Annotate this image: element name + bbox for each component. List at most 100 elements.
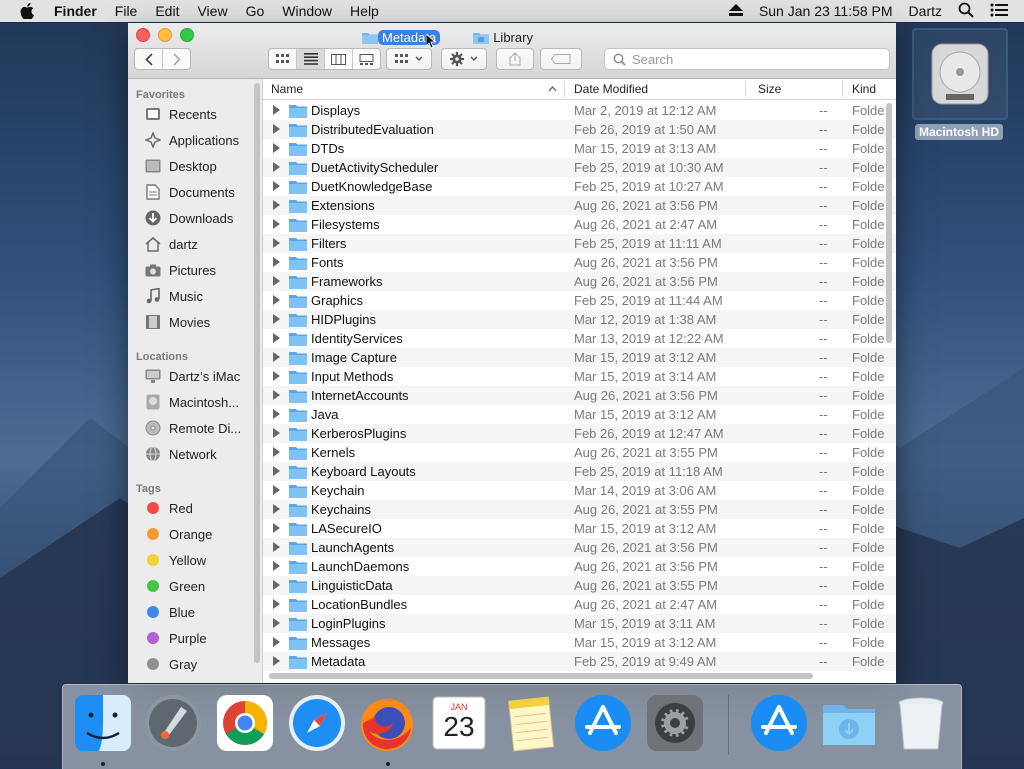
gallery-view-button[interactable] (353, 49, 380, 69)
sidebar-tag-purple[interactable]: Purple (128, 625, 262, 651)
table-row[interactable]: LASecureIO Mar 15, 2019 at 3:12 AM -- Folde (263, 519, 896, 538)
table-row[interactable]: DuetKnowledgeBase Feb 25, 2019 at 10:27 A… (263, 177, 896, 196)
table-row[interactable]: DTDs Mar 15, 2019 at 3:13 AM -- Folde (263, 139, 896, 158)
table-row[interactable]: LinguisticData Aug 26, 2021 at 3:55 PM -- F… (263, 576, 896, 595)
dock-notes[interactable] (501, 693, 561, 753)
table-row[interactable]: LaunchAgents Aug 26, 2021 at 3:56 PM -- Fol… (263, 538, 896, 557)
table-row[interactable]: LoginPlugins Mar 15, 2019 at 3:11 AM -- Fol… (263, 614, 896, 633)
disclosure-triangle-icon[interactable] (273, 295, 280, 305)
disclosure-triangle-icon[interactable] (273, 162, 280, 172)
icon-view-button[interactable] (269, 49, 297, 69)
group-by-button[interactable] (386, 48, 432, 70)
zoom-button[interactable] (180, 28, 194, 42)
disclosure-triangle-icon[interactable] (273, 504, 280, 514)
disclosure-triangle-icon[interactable] (273, 466, 280, 476)
table-row[interactable]: Filesystems Aug 26, 2021 at 2:47 AM -- Fold… (263, 215, 896, 234)
sidebar-item-movies[interactable]: Movies (128, 309, 262, 335)
dock-app-store[interactable] (573, 693, 633, 753)
dock-trash[interactable] (891, 693, 951, 753)
disclosure-triangle-icon[interactable] (273, 523, 280, 533)
column-header-size[interactable]: Size (758, 82, 781, 96)
column-header-kind[interactable]: Kind (852, 82, 876, 96)
table-row[interactable]: IdentityServices Mar 13, 2019 at 12:22 AM… (263, 329, 896, 348)
table-row[interactable]: Frameworks Aug 26, 2021 at 3:56 PM -- Folde (263, 272, 896, 291)
table-row[interactable]: LaunchDaemons Aug 26, 2021 at 3:56 PM -- Fo… (263, 557, 896, 576)
menu-file[interactable]: File (115, 3, 138, 19)
dock-finder[interactable] (73, 693, 133, 753)
disclosure-triangle-icon[interactable] (273, 599, 280, 609)
sidebar-item-macintosh-hd[interactable]: Macintosh... (128, 389, 262, 415)
sidebar-item-imac[interactable]: Dartz’s iMac (128, 363, 262, 389)
table-row[interactable]: Metadata Feb 25, 2019 at 9:49 AM -- Folde (263, 652, 896, 671)
table-row[interactable]: Keychain Mar 14, 2019 at 3:06 AM -- Folde (263, 481, 896, 500)
menu-window[interactable]: Window (282, 3, 332, 19)
sidebar-item-pictures[interactable]: Pictures (128, 257, 262, 283)
table-row[interactable]: KerberosPlugins Feb 26, 2019 at 12:47 AM -… (263, 424, 896, 443)
disclosure-triangle-icon[interactable] (273, 333, 280, 343)
disclosure-triangle-icon[interactable] (273, 181, 280, 191)
disclosure-triangle-icon[interactable] (273, 143, 280, 153)
table-row[interactable]: Graphics Feb 25, 2019 at 11:44 AM -- Folde (263, 291, 896, 310)
table-row[interactable]: Extensions Aug 26, 2021 at 3:56 PM -- Folde (263, 196, 896, 215)
table-row[interactable]: Kernels Aug 26, 2021 at 3:55 PM -- Folde (263, 443, 896, 462)
menu-app-name[interactable]: Finder (54, 3, 97, 19)
table-row[interactable]: Messages Mar 15, 2019 at 3:12 AM -- Folde (263, 633, 896, 652)
table-row[interactable]: Keychains Aug 26, 2021 at 3:55 PM -- Folde (263, 500, 896, 519)
sidebar-item-applications[interactable]: Applications (128, 127, 262, 153)
disclosure-triangle-icon[interactable] (273, 352, 280, 362)
desktop-disk[interactable]: Macintosh HD (912, 28, 1008, 142)
disclosure-triangle-icon[interactable] (273, 637, 280, 647)
menu-clock[interactable]: Sun Jan 23 11:58 PM (759, 3, 893, 19)
sidebar-item-home[interactable]: dartz (128, 231, 262, 257)
spotlight-search-icon[interactable] (958, 2, 974, 21)
menu-edit[interactable]: Edit (155, 3, 179, 19)
table-row[interactable]: LocationBundles Aug 26, 2021 at 2:47 AM --… (263, 595, 896, 614)
sidebar-tag-green[interactable]: Green (128, 573, 262, 599)
table-row[interactable]: Java Mar 15, 2019 at 3:12 AM -- Folde (263, 405, 896, 424)
forward-button[interactable] (163, 49, 190, 69)
column-header-date[interactable]: Date Modified (574, 82, 648, 96)
column-divider[interactable] (842, 81, 843, 97)
horizontal-scrollbar[interactable] (269, 673, 813, 679)
table-row[interactable]: Image Capture Mar 15, 2019 at 3:12 AM -- Fo… (263, 348, 896, 367)
sidebar-tag-orange[interactable]: Orange (128, 521, 262, 547)
column-divider[interactable] (564, 81, 565, 97)
sidebar-item-network[interactable]: Network (128, 441, 262, 467)
menu-go[interactable]: Go (246, 3, 265, 19)
sidebar-item-documents[interactable]: Documents (128, 179, 262, 205)
dock-calendar[interactable]: JAN 23 (429, 693, 489, 753)
menu-view[interactable]: View (197, 3, 227, 19)
action-menu-button[interactable] (441, 48, 487, 70)
minimize-button[interactable] (158, 28, 172, 42)
disclosure-triangle-icon[interactable] (273, 124, 280, 134)
disclosure-triangle-icon[interactable] (273, 257, 280, 267)
column-divider[interactable] (745, 81, 746, 97)
table-row[interactable]: DuetActivityScheduler Feb 25, 2019 at 10:… (263, 158, 896, 177)
sidebar-item-desktop[interactable]: Desktop (128, 153, 262, 179)
notification-center-icon[interactable] (990, 3, 1008, 20)
dock-safari[interactable] (287, 693, 347, 753)
sidebar-item-remote-disc[interactable]: Remote Di... (128, 415, 262, 441)
disclosure-triangle-icon[interactable] (273, 542, 280, 552)
dock-chrome[interactable] (215, 693, 275, 753)
disclosure-triangle-icon[interactable] (273, 371, 280, 381)
disclosure-triangle-icon[interactable] (273, 447, 280, 457)
dock-downloads-stack[interactable] (819, 693, 879, 753)
eject-icon[interactable] (728, 3, 743, 19)
table-row[interactable]: InternetAccounts Aug 26, 2021 at 3:56 PM -… (263, 386, 896, 405)
vertical-scrollbar[interactable] (886, 103, 892, 343)
menu-user[interactable]: Dartz (909, 3, 942, 19)
disclosure-triangle-icon[interactable] (273, 219, 280, 229)
table-row[interactable]: Displays Mar 2, 2019 at 12:12 AM -- Folde (263, 101, 896, 120)
menu-help[interactable]: Help (350, 3, 379, 19)
disclosure-triangle-icon[interactable] (273, 618, 280, 628)
sidebar-scrollbar[interactable] (254, 83, 260, 663)
share-button[interactable] (496, 48, 534, 70)
sidebar-tag-gray[interactable]: Gray (128, 651, 262, 677)
back-button[interactable] (135, 49, 163, 69)
dock-system-preferences[interactable] (645, 693, 705, 753)
sidebar-tag-yellow[interactable]: Yellow (128, 547, 262, 573)
disclosure-triangle-icon[interactable] (273, 105, 280, 115)
disclosure-triangle-icon[interactable] (273, 428, 280, 438)
dock-launchpad[interactable] (143, 693, 203, 753)
